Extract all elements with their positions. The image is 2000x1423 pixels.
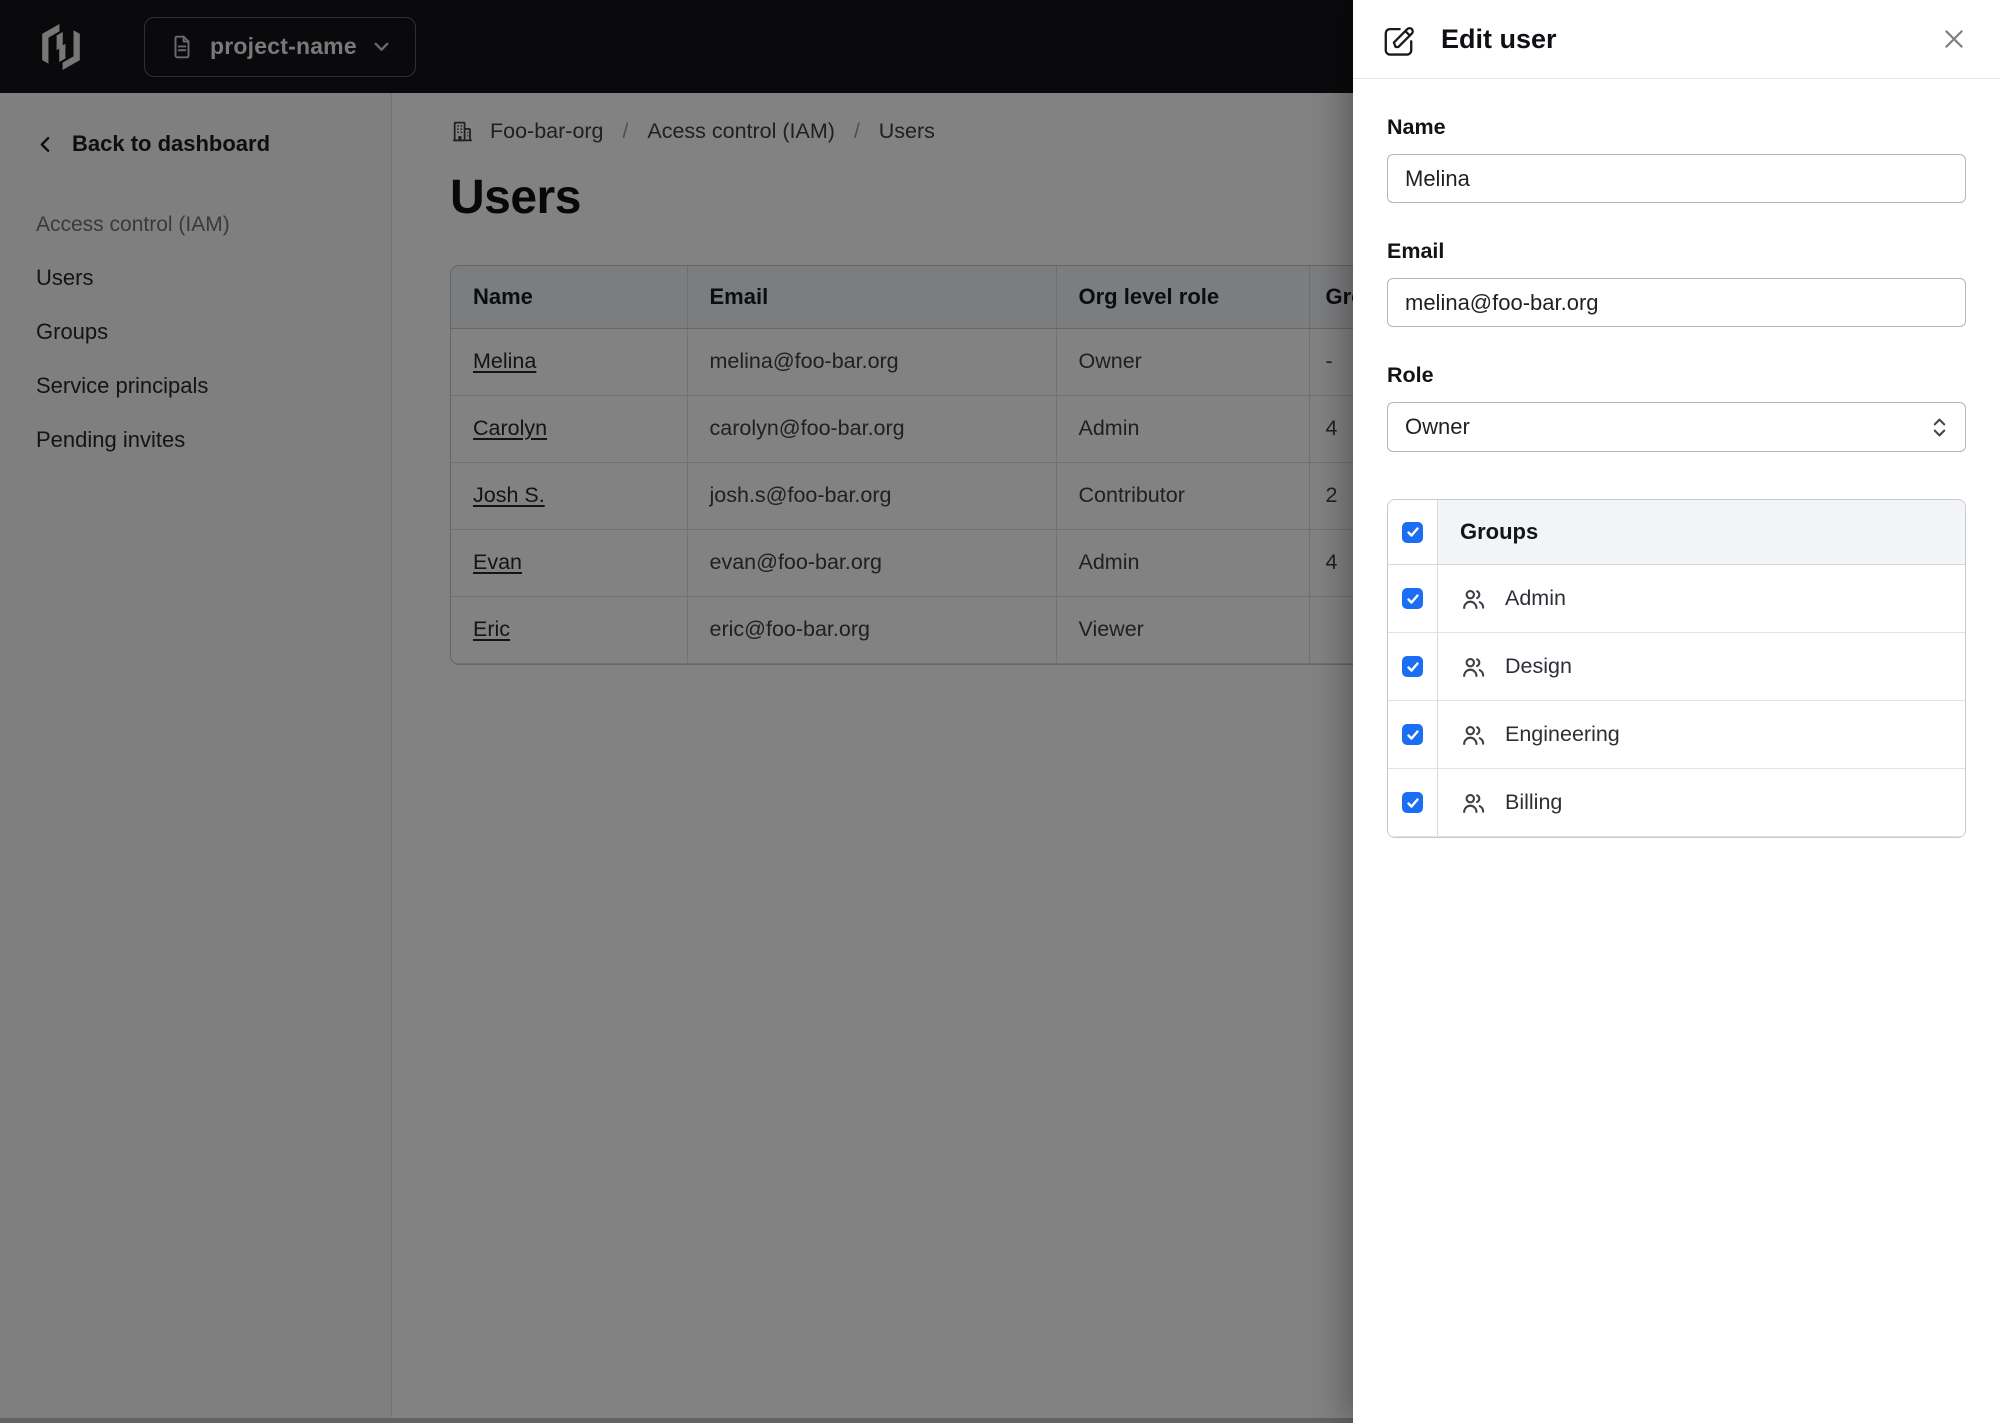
group-option-label: Engineering xyxy=(1505,722,1620,746)
group-checkbox[interactable] xyxy=(1402,656,1423,677)
drawer-header: Edit user xyxy=(1353,0,2000,79)
drawer-body: Name Email Role Owner xyxy=(1353,79,2000,838)
group-checkbox[interactable] xyxy=(1402,588,1423,609)
group-checkbox[interactable] xyxy=(1402,724,1423,745)
edit-icon xyxy=(1384,26,1414,56)
name-field-group: Name xyxy=(1387,115,1966,203)
name-field-label: Name xyxy=(1387,115,1446,139)
drawer-title: Edit user xyxy=(1441,23,1557,54)
email-field-group: Email xyxy=(1387,239,1966,327)
edit-user-drawer: Edit user Name Email Role Owner xyxy=(1353,0,2000,1423)
groups-picker: Groups Admin Design Engineering Billing xyxy=(1387,499,1966,838)
users-group-icon xyxy=(1463,657,1485,677)
app-root: project-name Back to dashboard Access co… xyxy=(0,0,2000,1423)
group-option-label: Admin xyxy=(1505,586,1566,610)
group-option-label: Design xyxy=(1505,654,1572,678)
group-option-row[interactable]: Engineering xyxy=(1388,701,1965,769)
users-group-icon xyxy=(1463,725,1485,745)
groups-picker-header-row: Groups xyxy=(1388,500,1965,565)
users-group-icon xyxy=(1463,793,1485,813)
group-option-row[interactable]: Billing xyxy=(1388,769,1965,837)
role-field-group: Role Owner xyxy=(1387,363,1966,452)
select-stepper-icon xyxy=(1933,418,1946,436)
close-icon[interactable] xyxy=(1936,21,1972,57)
select-all-groups-checkbox[interactable] xyxy=(1402,521,1423,543)
users-group-icon xyxy=(1463,589,1485,609)
role-field-label: Role xyxy=(1387,363,1434,387)
group-checkbox[interactable] xyxy=(1402,792,1423,813)
group-option-row[interactable]: Admin xyxy=(1388,565,1965,633)
role-select-value: Owner xyxy=(1405,414,1470,439)
email-field-label: Email xyxy=(1387,239,1445,263)
name-field[interactable] xyxy=(1387,154,1966,203)
group-option-label: Billing xyxy=(1505,790,1563,814)
groups-picker-header-label: Groups xyxy=(1460,519,1539,544)
email-field[interactable] xyxy=(1387,278,1966,327)
group-option-row[interactable]: Design xyxy=(1388,633,1965,701)
role-select[interactable]: Owner xyxy=(1387,402,1966,452)
